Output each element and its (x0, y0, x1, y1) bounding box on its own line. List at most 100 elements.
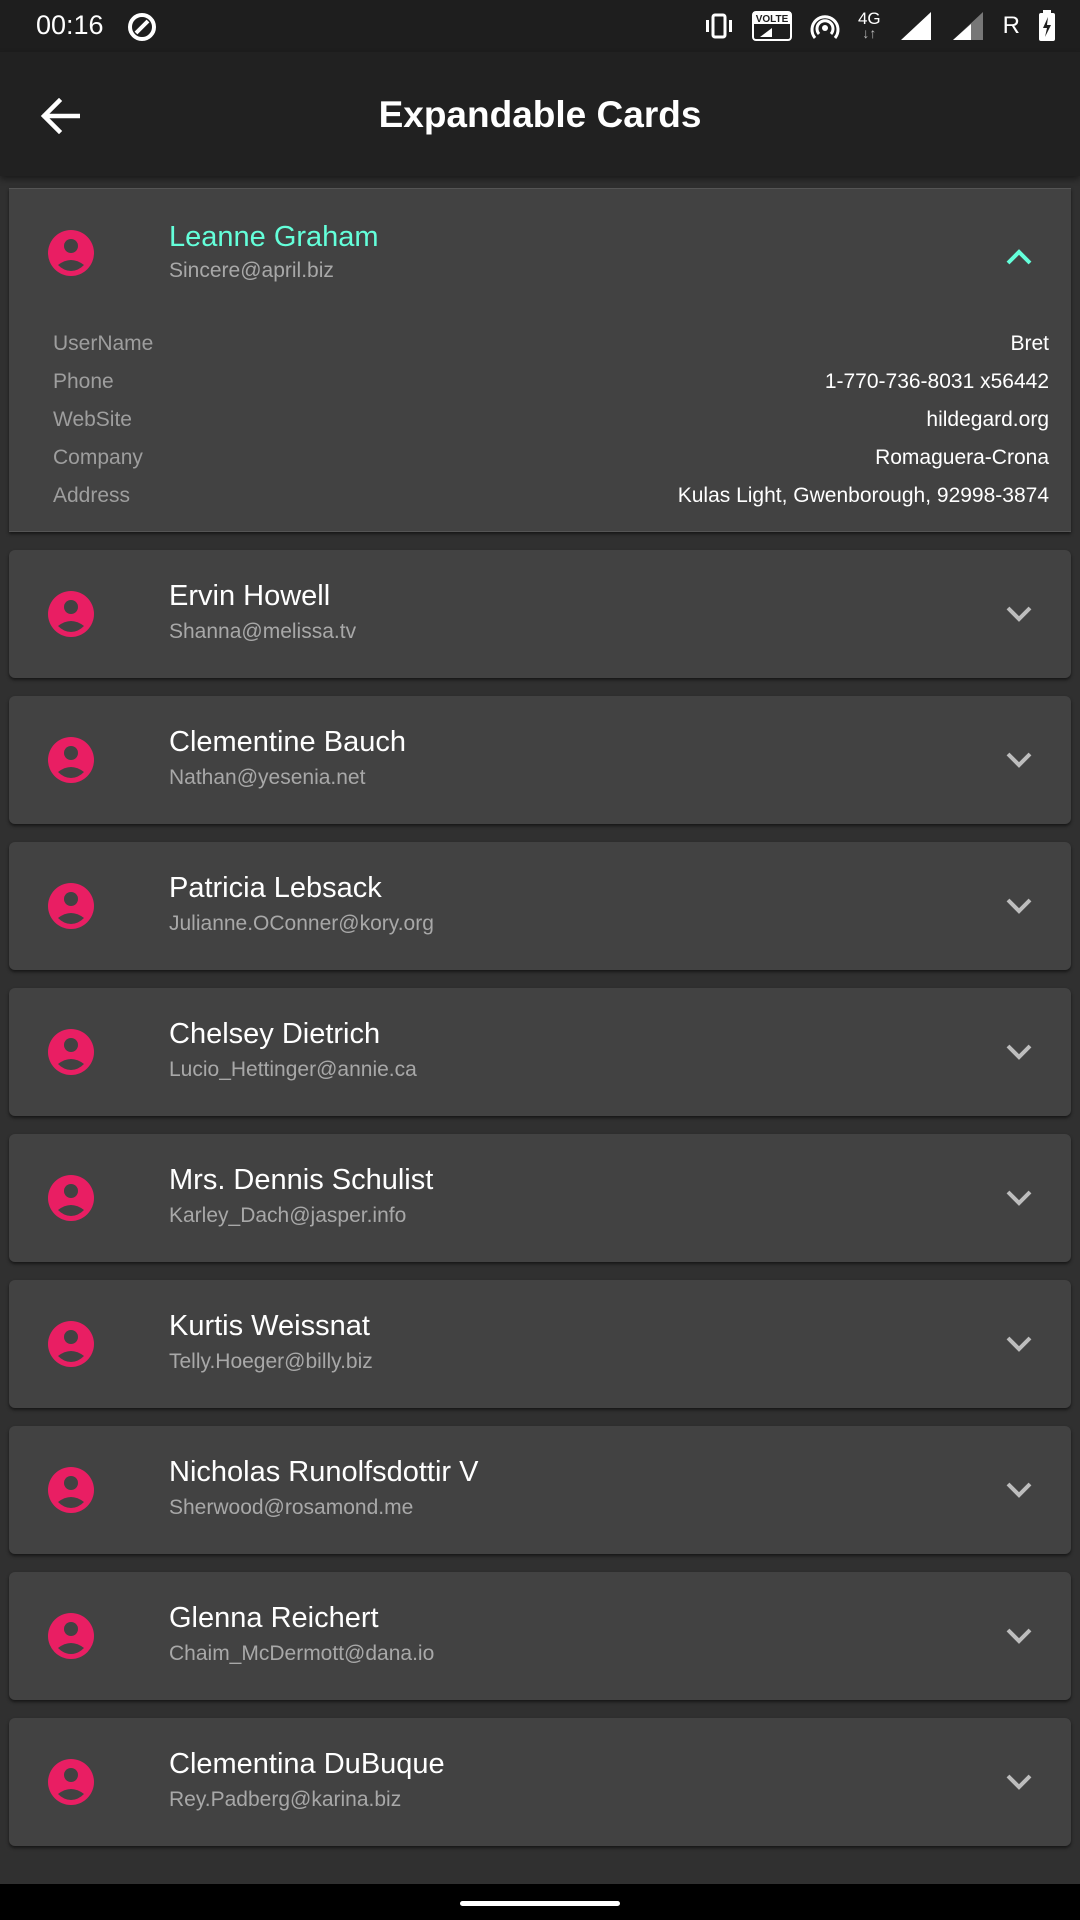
account-circle-icon (48, 1175, 94, 1221)
chevron-down-icon (1006, 606, 1032, 622)
svg-text:VOLTE: VOLTE (756, 14, 789, 25)
user-email: Sherwood@rosamond.me (169, 1496, 414, 1519)
user-email: Telly.Hoeger@billy.biz (169, 1350, 373, 1373)
card-header[interactable]: Leanne Graham Sincere@april.biz (9, 189, 1071, 325)
card-header[interactable]: Chelsey Dietrich Lucio_Hettinger@annie.ca (9, 988, 1071, 1116)
card-header[interactable]: Clementina DuBuque Rey.Padberg@karina.biz (9, 1718, 1071, 1846)
volte-icon: VOLTE (751, 11, 792, 41)
detail-row: Company Romaguera-Crona (53, 439, 1049, 477)
card-header[interactable]: Kurtis Weissnat Telly.Hoeger@billy.biz (9, 1280, 1071, 1408)
app-bar: Expandable Cards (0, 52, 1080, 176)
user-card-list: Leanne Graham Sincere@april.biz UserName… (9, 188, 1071, 1864)
card-header[interactable]: Ervin Howell Shanna@melissa.tv (9, 550, 1071, 678)
card-header[interactable]: Patricia Lebsack Julianne.OConner@kory.or… (9, 842, 1071, 970)
card-header[interactable]: Nicholas Runolfsdottir V Sherwood@rosamon… (9, 1426, 1071, 1554)
expand-button[interactable] (997, 1176, 1041, 1220)
user-name: Mrs. Dennis Schulist (169, 1164, 434, 1196)
user-email: Shanna@melissa.tv (169, 620, 357, 643)
user-card: Chelsey Dietrich Lucio_Hettinger@annie.ca (9, 988, 1071, 1116)
account-circle-icon (48, 1613, 94, 1659)
detail-value: Kulas Light, Gwenborough, 92998-3874 (677, 484, 1049, 507)
user-card: Glenna Reichert Chaim_McDermott@dana.io (9, 1572, 1071, 1700)
card-header[interactable]: Glenna Reichert Chaim_McDermott@dana.io (9, 1572, 1071, 1700)
expand-button[interactable] (997, 1468, 1041, 1512)
navigation-bar (0, 1884, 1080, 1920)
hotspot-icon (810, 15, 840, 39)
account-circle-icon (48, 1321, 94, 1367)
expand-button[interactable] (997, 592, 1041, 636)
user-name: Clementina DuBuque (169, 1748, 445, 1780)
home-indicator[interactable] (460, 1901, 620, 1906)
expand-button[interactable] (997, 884, 1041, 928)
detail-row: Address Kulas Light, Gwenborough, 92998-3… (53, 477, 1049, 515)
account-circle-icon (48, 883, 94, 929)
account-circle-icon (48, 737, 94, 783)
detail-value: 1-770-736-8031 x56442 (824, 370, 1049, 393)
expand-button[interactable] (997, 1030, 1041, 1074)
expand-button[interactable] (997, 1760, 1041, 1804)
user-card: Ervin Howell Shanna@melissa.tv (9, 550, 1071, 678)
status-bar: 00:16 VOLTE 4G ↓↑ R (0, 0, 1080, 52)
user-card: Clementine Bauch Nathan@yesenia.net (9, 696, 1071, 824)
network-label: 4G (857, 9, 881, 28)
detail-value: hildegard.org (926, 408, 1049, 431)
chevron-down-icon (1006, 1190, 1032, 1206)
account-circle-icon (48, 1467, 94, 1513)
detail-label: Phone (53, 370, 114, 393)
account-circle-icon (48, 591, 94, 637)
user-card: Mrs. Dennis Schulist Karley_Dach@jasper.i… (9, 1134, 1071, 1262)
user-card: Patricia Lebsack Julianne.OConner@kory.or… (9, 842, 1071, 970)
user-name: Kurtis Weissnat (169, 1310, 370, 1342)
chevron-down-icon (1006, 898, 1032, 914)
user-email: Nathan@yesenia.net (169, 766, 366, 789)
expand-button[interactable] (997, 738, 1041, 782)
card-header[interactable]: Mrs. Dennis Schulist Karley_Dach@jasper.i… (9, 1134, 1071, 1262)
battery-charging-icon (1039, 10, 1055, 41)
user-email: Chaim_McDermott@dana.io (169, 1642, 435, 1665)
account-circle-icon (48, 1029, 94, 1075)
chevron-down-icon (1006, 1774, 1032, 1790)
page-title: Expandable Cards (378, 94, 702, 135)
detail-value: Romaguera-Crona (875, 446, 1049, 469)
user-card: Kurtis Weissnat Telly.Hoeger@billy.biz (9, 1280, 1071, 1408)
user-details: UserName Bret Phone 1-770-736-8031 x56442 We… (9, 325, 1071, 531)
user-name: Glenna Reichert (169, 1602, 379, 1634)
chevron-down-icon (1006, 1336, 1032, 1352)
detail-row: UserName Bret (53, 325, 1049, 363)
user-card: Clementina DuBuque Rey.Padberg@karina.biz (9, 1718, 1071, 1846)
detail-row: Phone 1-770-736-8031 x56442 (53, 363, 1049, 401)
roaming-indicator: R (1002, 12, 1020, 39)
user-name: Leanne Graham (169, 221, 379, 253)
user-name: Chelsey Dietrich (169, 1018, 381, 1050)
user-email: Karley_Dach@jasper.info (169, 1204, 407, 1227)
user-email: Julianne.OConner@kory.org (169, 912, 434, 935)
vibrate-icon (705, 13, 732, 39)
data-saver-icon (128, 13, 156, 41)
card-header[interactable]: Clementine Bauch Nathan@yesenia.net (9, 696, 1071, 824)
detail-label: Company (53, 446, 143, 469)
chevron-down-icon (1006, 1044, 1032, 1060)
detail-value: Bret (1010, 332, 1049, 355)
user-name: Ervin Howell (169, 580, 331, 612)
chevron-down-icon (1006, 1482, 1032, 1498)
user-card: Nicholas Runolfsdottir V Sherwood@rosamon… (9, 1426, 1071, 1554)
detail-row: WebSite hildegard.org (53, 401, 1049, 439)
expand-button[interactable] (997, 1614, 1041, 1658)
expand-button[interactable] (997, 1322, 1041, 1366)
chevron-up-icon (1006, 249, 1032, 265)
user-email: Sincere@april.biz (169, 259, 334, 282)
user-email: Rey.Padberg@karina.biz (169, 1788, 402, 1811)
user-name: Patricia Lebsack (169, 872, 382, 904)
status-time: 00:16 (36, 10, 104, 40)
user-card-expanded: Leanne Graham Sincere@april.biz UserName… (9, 188, 1071, 532)
account-circle-icon (48, 230, 94, 276)
user-email: Lucio_Hettinger@annie.ca (169, 1058, 417, 1081)
detail-label: UserName (53, 332, 154, 355)
user-name: Clementine Bauch (169, 726, 406, 758)
chevron-down-icon (1006, 1628, 1032, 1644)
user-name: Nicholas Runolfsdottir V (169, 1456, 479, 1488)
signal-icon (952, 12, 983, 40)
detail-label: WebSite (53, 408, 132, 431)
collapse-button[interactable] (997, 235, 1041, 279)
signal-icon (900, 12, 931, 40)
